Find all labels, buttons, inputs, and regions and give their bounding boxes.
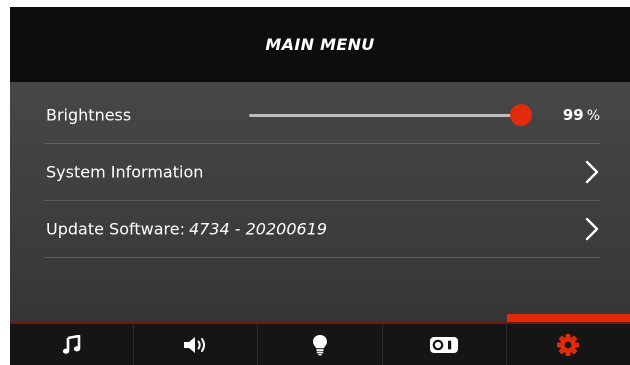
brightness-value-unit: % xyxy=(586,108,600,124)
music-note-icon xyxy=(62,334,80,354)
system-information-row[interactable]: System Information xyxy=(44,144,600,201)
tab-music[interactable] xyxy=(10,324,135,365)
bottom-nav-bar xyxy=(10,314,630,365)
header-bar: MAIN MENU xyxy=(10,7,630,82)
tab-volume[interactable] xyxy=(134,324,259,365)
main-menu-screen: MAIN MENU Brightness 99% System Informat… xyxy=(10,7,630,365)
chevron-right-icon xyxy=(585,160,599,184)
brightness-slider-knob[interactable] xyxy=(510,104,532,126)
speaker-volume-icon xyxy=(183,336,205,353)
page-title: MAIN MENU xyxy=(265,35,375,54)
tab-controls[interactable] xyxy=(383,324,507,365)
menu-list: Brightness 99% System Information Update… xyxy=(10,82,630,322)
brightness-row: Brightness 99% xyxy=(44,87,600,144)
chevron-right-icon xyxy=(585,217,599,241)
software-version: 4734 - 20200619 xyxy=(188,219,328,239)
toggle-switch-icon xyxy=(430,336,459,353)
brightness-value: 99% xyxy=(563,106,600,124)
update-software-row[interactable]: Update Software: 4734 - 20200619 xyxy=(44,201,600,258)
tab-lighting[interactable] xyxy=(258,324,383,365)
brightness-value-number: 99 xyxy=(562,106,584,124)
system-information-label: System Information xyxy=(46,162,204,182)
brightness-slider-track[interactable] xyxy=(249,114,525,117)
update-software-label: Update Software: 4734 - 20200619 xyxy=(46,220,327,239)
gear-icon xyxy=(557,333,580,356)
brightness-label: Brightness xyxy=(46,105,132,125)
tab-settings[interactable] xyxy=(506,314,630,365)
update-software-text: Update Software: xyxy=(46,219,185,239)
light-bulb-icon xyxy=(313,334,327,355)
